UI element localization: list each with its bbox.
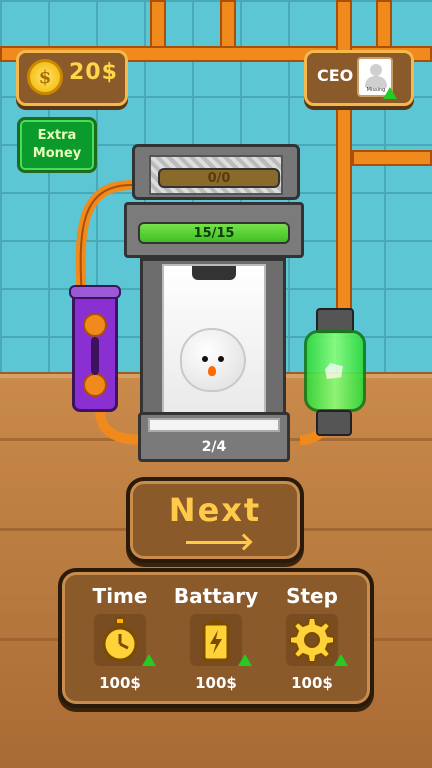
money-display: $ 20$ xyxy=(16,50,128,106)
upgrade-arrow-icon xyxy=(238,654,252,666)
snowball xyxy=(180,328,246,392)
upgrade-time-button[interactable]: Time 100$ xyxy=(70,572,170,702)
snowball-eye xyxy=(202,356,208,362)
upgrade-title: Step xyxy=(286,584,338,608)
gem-icon xyxy=(325,363,343,379)
next-button-label: Next xyxy=(168,491,262,529)
upgrade-price: 100$ xyxy=(99,674,141,692)
upgrade-arrow-icon xyxy=(334,654,348,666)
nozzle xyxy=(192,266,236,280)
upgrade-title: Battary xyxy=(173,584,259,608)
step-counter: 2/4 xyxy=(201,439,227,455)
avatar-head-silhouette xyxy=(370,64,382,76)
capacitor-knob xyxy=(83,373,107,397)
extra-money-label-line2: Money xyxy=(32,146,82,161)
coin-symbol: $ xyxy=(38,66,52,88)
upgrade-icon-slot xyxy=(94,614,146,666)
energy-text: 15/15 xyxy=(193,225,235,241)
extra-money-button[interactable]: Extra Money xyxy=(17,117,97,173)
money-amount: 20$ xyxy=(69,60,118,85)
upgrade-price: 100$ xyxy=(195,674,237,692)
snowball-eye xyxy=(218,356,224,362)
output-tray xyxy=(148,418,280,432)
battery-icon xyxy=(202,620,230,662)
ceo-button[interactable]: CEO Missing xyxy=(304,50,414,106)
energy-bar: 15/15 xyxy=(138,222,290,244)
upgrade-arrow-icon xyxy=(383,87,397,99)
left-capacitor xyxy=(69,285,121,412)
capacitor-cap xyxy=(69,285,121,299)
next-button[interactable]: Next xyxy=(126,477,304,563)
upgrade-arrow-icon xyxy=(142,654,156,666)
upgrade-icon-slot xyxy=(190,614,242,666)
ceo-label: CEO xyxy=(317,66,354,85)
upgrade-price: 100$ xyxy=(291,674,333,692)
upgrade-step-button[interactable]: Step 100$ xyxy=(262,572,362,702)
upgrade-battery-button[interactable]: Battary 100$ xyxy=(166,572,266,702)
top-progress-text: 0/0 xyxy=(207,170,231,186)
coin-icon: $ xyxy=(27,59,63,95)
machine-chamber xyxy=(162,264,266,424)
arrow-right-icon xyxy=(186,541,248,544)
green-jar xyxy=(304,330,366,412)
jar-base xyxy=(316,410,352,436)
stopwatch-icon xyxy=(102,617,138,662)
upgrade-icon-slot xyxy=(286,614,338,666)
capacitor-knob xyxy=(83,313,107,337)
upgrades-panel: Time 100$ Battary 100$ Step 100$ xyxy=(58,568,374,708)
snowball-machine: 0/0 15/15 2/4 xyxy=(124,140,304,470)
avatar: Missing xyxy=(357,57,397,99)
extra-money-label-line1: Extra xyxy=(37,128,77,143)
gear-icon xyxy=(289,617,335,663)
top-progress-bar: 0/0 xyxy=(158,168,280,188)
capacitor-slot xyxy=(91,337,99,375)
snowball-nose xyxy=(208,366,216,376)
upgrade-title: Time xyxy=(92,584,148,608)
